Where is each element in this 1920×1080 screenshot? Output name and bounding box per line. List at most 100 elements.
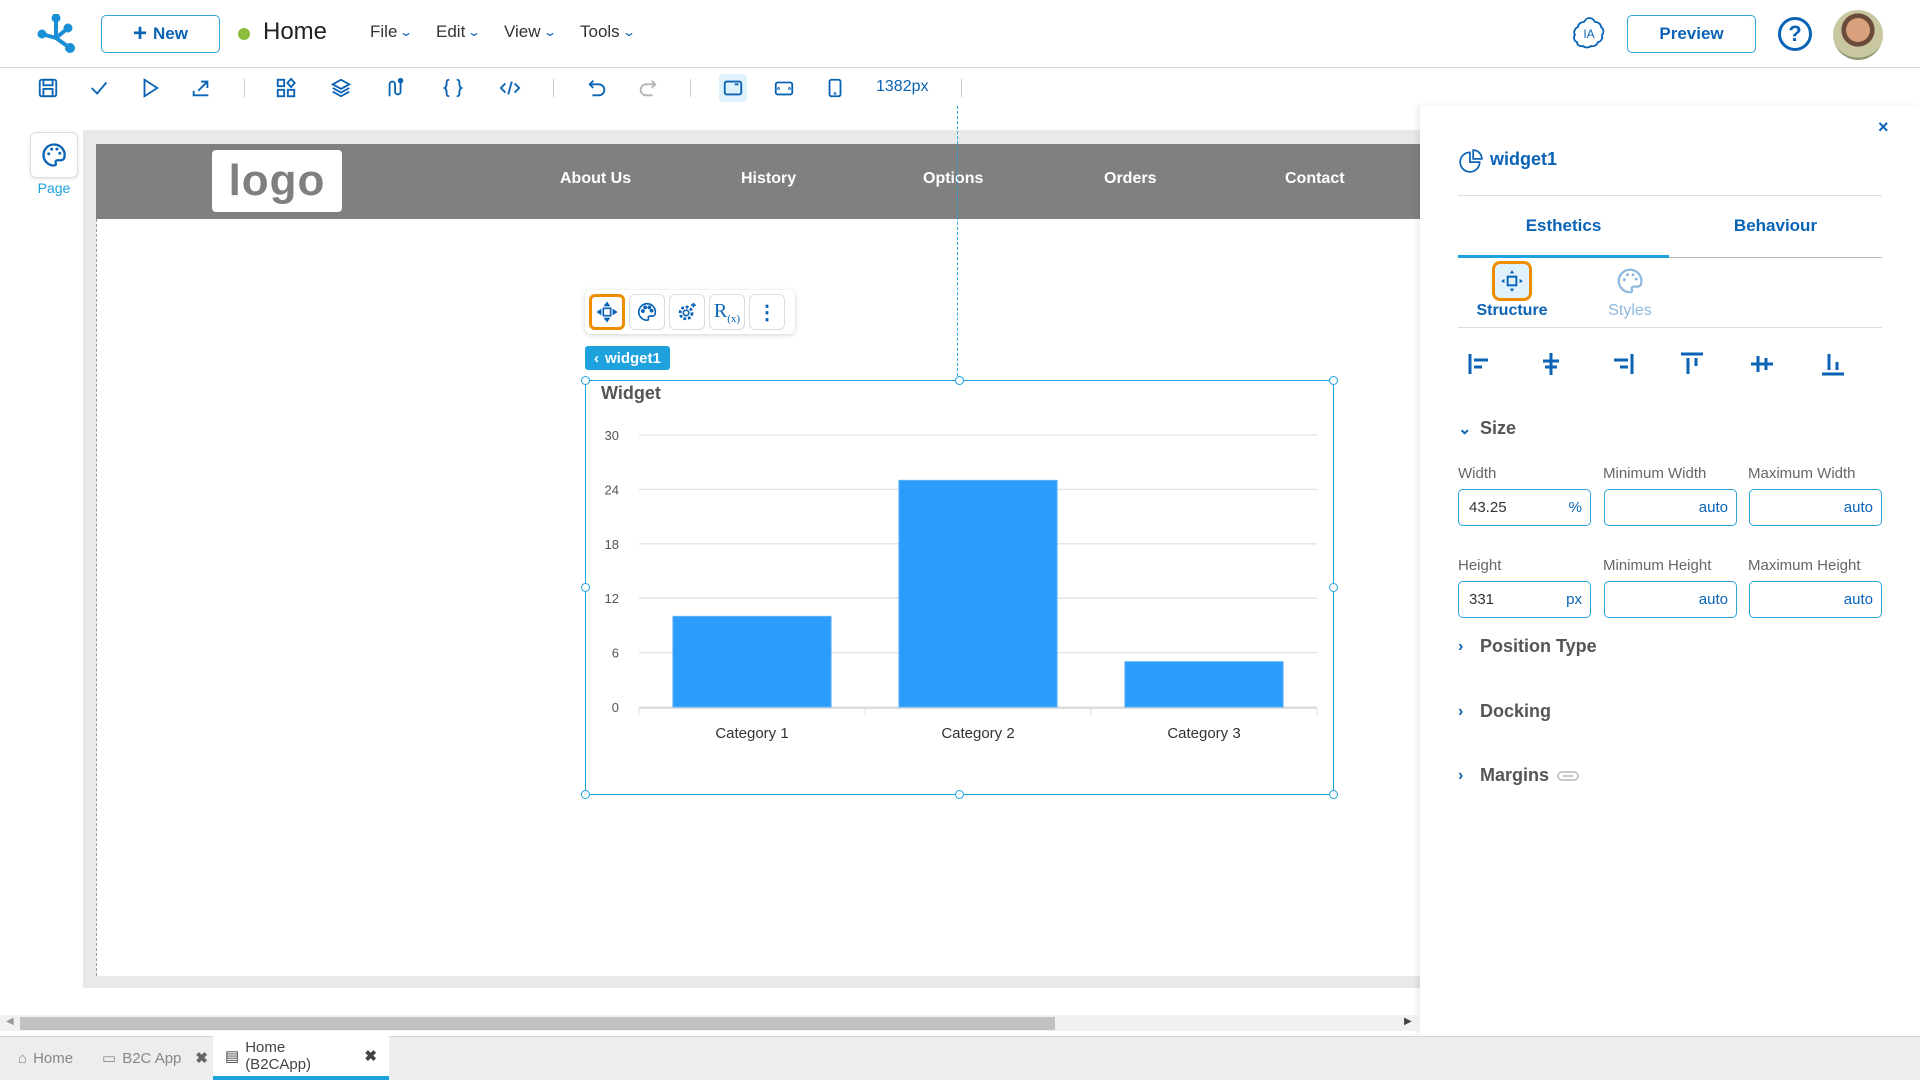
align-middle-vertical-icon[interactable] [1748,350,1776,378]
menu-tools[interactable]: Tools ⌄ [580,22,636,42]
max-height-field[interactable]: auto [1749,581,1882,618]
subtab-structure-button[interactable] [1492,261,1532,301]
y-tick-label: 18 [605,537,619,552]
chart-widget-icon [1459,149,1483,173]
page-settings-button[interactable] [30,132,78,178]
save-icon[interactable] [35,75,61,101]
subtab-styles-label[interactable]: Styles [1590,302,1670,320]
braces-icon[interactable] [440,75,466,101]
kebab-icon: ⋮ [757,301,777,324]
align-right-icon[interactable] [1608,350,1636,378]
section-docking[interactable]: › Docking [1458,701,1551,722]
width-unit[interactable]: % [1569,499,1582,516]
height-unit[interactable]: px [1566,591,1582,608]
toolbar-divider [690,79,691,97]
section-docking-label: Docking [1480,701,1552,721]
home-icon: ⌂ [18,1049,28,1067]
close-panel-icon[interactable]: × [1878,117,1889,138]
styles-button[interactable] [629,294,665,330]
desktop-view-icon[interactable] [719,74,747,102]
bottom-tab-b2c-app[interactable]: ▭ B2C App ✖ [96,1036,214,1080]
tab-behaviour[interactable]: Behaviour [1669,216,1882,236]
help-icon[interactable]: ? [1778,17,1812,51]
max-width-label: Maximum Width [1748,465,1856,482]
user-avatar[interactable] [1833,10,1883,60]
app-logo-icon[interactable] [36,14,76,54]
chevron-down-icon: ⌄ [1458,420,1472,438]
scrollbar-thumb[interactable] [20,1017,1055,1030]
more-options-button[interactable]: ⋮ [749,294,785,330]
scroll-left-arrow-icon[interactable]: ◀ [6,1016,14,1027]
ia-assistant-icon[interactable]: IA [1571,15,1607,51]
play-icon[interactable] [137,75,163,101]
toolbar-divider [244,79,245,97]
min-width-field[interactable]: auto [1604,489,1737,526]
close-tab-icon[interactable]: ✖ [195,1049,208,1067]
nav-link-history[interactable]: History [741,170,796,188]
link-icon[interactable] [1557,770,1579,782]
align-bottom-icon[interactable] [1819,350,1847,378]
chevron-down-icon: ⌄ [467,25,482,39]
min-height-field[interactable]: auto [1604,581,1737,618]
flows-icon[interactable] [383,75,409,101]
toolbar-divider [961,79,962,97]
behaviour-button[interactable] [669,294,705,330]
section-size[interactable]: ⌄ Size [1458,418,1516,439]
ia-label: IA [1583,27,1594,41]
align-top-icon[interactable] [1678,350,1706,378]
width-field[interactable]: 43.25% [1458,489,1591,526]
rules-button[interactable]: R(x) [709,294,745,330]
selected-widget-name: widget1 [1490,149,1558,169]
menu-edit[interactable]: Edit ⌄ [436,22,482,42]
components-icon[interactable] [273,75,299,101]
alignment-guide [957,106,958,381]
max-width-field[interactable]: auto [1749,489,1882,526]
menu-view[interactable]: View ⌄ [504,22,557,42]
bottom-tab-home[interactable]: ⌂ Home [12,1036,79,1080]
y-tick-label: 12 [605,591,619,606]
align-center-horizontal-icon[interactable] [1537,350,1565,378]
widget-breadcrumb-tag[interactable]: ‹ widget1 [585,346,670,370]
palette-icon[interactable] [1615,266,1645,296]
code-icon[interactable] [497,75,523,101]
check-icon[interactable] [86,75,112,101]
tablet-view-icon[interactable] [771,75,797,101]
subtab-structure-label[interactable]: Structure [1472,302,1552,320]
bottom-tab-home-b2capp[interactable]: ▤ Home (B2CApp) ✖ [213,1036,389,1080]
site-logo[interactable]: logo [212,150,342,212]
bar [898,479,1058,708]
status-dot [238,28,250,40]
close-tab-icon[interactable]: ✖ [364,1047,377,1065]
height-value: 331 [1469,591,1495,608]
tab-esthetics[interactable]: Esthetics [1458,216,1669,236]
menu-label: Edit [436,22,466,41]
y-tick-label: 30 [605,428,619,443]
section-position-type[interactable]: › Position Type [1458,636,1597,657]
chevron-left-icon: ‹ [594,349,599,367]
new-button[interactable]: + New [101,15,220,53]
mobile-view-icon[interactable] [822,75,848,101]
structure-button[interactable] [589,294,625,330]
menu-file[interactable]: File ⌄ [370,22,413,42]
section-margins[interactable]: › Margins [1458,765,1579,786]
publish-icon[interactable] [188,75,214,101]
toolbar-divider [553,79,554,97]
height-field[interactable]: 331 px [1458,581,1591,618]
redo-icon[interactable] [635,75,661,101]
nav-link-orders[interactable]: Orders [1104,170,1156,188]
y-tick-label: 24 [605,482,619,497]
nav-link-about[interactable]: About Us [560,170,631,188]
tab-label: Home [33,1049,74,1067]
widget-tag-label: widget1 [605,349,661,367]
nav-link-options[interactable]: Options [923,170,983,188]
nav-link-contact[interactable]: Contact [1285,170,1345,188]
scroll-right-arrow-icon[interactable]: ▶ [1404,1016,1412,1027]
undo-icon[interactable] [584,75,610,101]
menu-label: File [370,22,398,41]
max-height-value: auto [1843,591,1873,608]
layers-icon[interactable] [328,75,354,101]
preview-button[interactable]: Preview [1627,15,1756,53]
align-left-icon[interactable] [1466,350,1494,378]
move-resize-icon [1501,270,1523,292]
x-tick-label: Category 2 [941,725,1014,742]
